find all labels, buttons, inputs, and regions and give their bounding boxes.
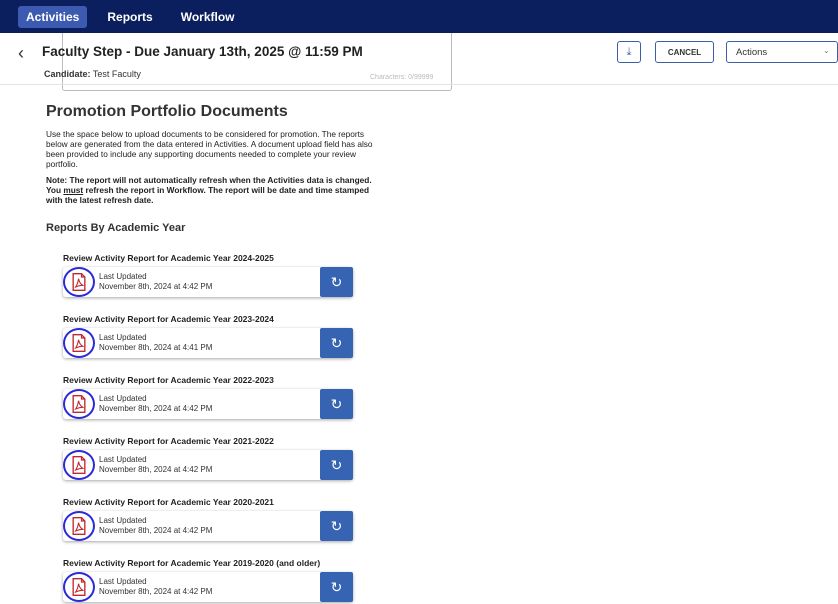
- refresh-icon: ↻: [330, 517, 343, 534]
- candidate-value: Test Faculty: [92, 69, 141, 79]
- refresh-button[interactable]: ↻: [320, 328, 353, 358]
- reports-heading: Reports By Academic Year: [46, 222, 186, 234]
- note-part-b: refresh the report in Workflow. The repo…: [46, 185, 370, 205]
- report-row: Review Activity Report for Academic Year…: [63, 314, 358, 358]
- refresh-icon: ↻: [330, 456, 343, 473]
- report-row: Review Activity Report for Academic Year…: [63, 436, 358, 480]
- note-text: Note: The report will not automatically …: [46, 175, 386, 205]
- report-card: Last Updated November 8th, 2024 at 4:42 …: [63, 389, 353, 419]
- refresh-icon: ↻: [330, 395, 343, 412]
- report-row: Review Activity Report for Academic Year…: [63, 253, 358, 297]
- candidate-label: Candidate:: [44, 69, 91, 79]
- pdf-icon[interactable]: [63, 511, 95, 541]
- refresh-button[interactable]: ↻: [320, 572, 353, 602]
- refresh-icon: ↻: [330, 273, 343, 290]
- section-title: Promotion Portfolio Documents: [46, 103, 288, 120]
- chevron-left-icon[interactable]: ‹: [18, 43, 24, 64]
- last-updated-date: November 8th, 2024 at 4:42 PM: [99, 587, 213, 596]
- page-title: Faculty Step - Due January 13th, 2025 @ …: [42, 44, 363, 59]
- report-title: Review Activity Report for Academic Year…: [63, 314, 274, 324]
- chevron-down-icon: ⌄: [823, 46, 830, 55]
- refresh-button[interactable]: ↻: [320, 267, 353, 297]
- download-button[interactable]: ⤓: [617, 41, 641, 63]
- refresh-button[interactable]: ↻: [320, 450, 353, 480]
- report-card: Last Updated November 8th, 2024 at 4:42 …: [63, 572, 353, 602]
- report-title: Review Activity Report for Academic Year…: [63, 558, 321, 568]
- last-updated-label: Last Updated: [99, 394, 147, 403]
- last-updated-date: November 8th, 2024 at 4:42 PM: [99, 282, 213, 291]
- candidate-line: Candidate: Test Faculty: [44, 69, 141, 79]
- nav-tab-reports[interactable]: Reports: [99, 6, 160, 28]
- refresh-button[interactable]: ↻: [320, 511, 353, 541]
- pdf-icon[interactable]: [63, 328, 95, 358]
- pdf-icon[interactable]: [63, 572, 95, 602]
- last-updated-label: Last Updated: [99, 516, 147, 525]
- pdf-icon[interactable]: [63, 267, 95, 297]
- report-title: Review Activity Report for Academic Year…: [63, 497, 274, 507]
- report-title: Review Activity Report for Academic Year…: [63, 436, 274, 446]
- report-card: Last Updated November 8th, 2024 at 4:42 …: [63, 511, 353, 541]
- refresh-button[interactable]: ↻: [320, 389, 353, 419]
- report-title: Review Activity Report for Academic Year…: [63, 253, 274, 263]
- actions-label: Actions: [736, 46, 768, 58]
- report-title: Review Activity Report for Academic Year…: [63, 375, 274, 385]
- actions-dropdown[interactable]: Actions ⌄: [726, 41, 838, 63]
- refresh-icon: ↻: [330, 578, 343, 595]
- top-nav: Activities Reports Workflow: [0, 0, 838, 33]
- last-updated-label: Last Updated: [99, 272, 147, 281]
- nav-tab-workflow[interactable]: Workflow: [173, 6, 243, 28]
- last-updated-label: Last Updated: [99, 455, 147, 464]
- report-row: Review Activity Report for Academic Year…: [63, 558, 358, 602]
- last-updated-date: November 8th, 2024 at 4:42 PM: [99, 465, 213, 474]
- download-icon: ⤓: [626, 45, 632, 58]
- note-must: must: [63, 185, 84, 195]
- report-card: Last Updated November 8th, 2024 at 4:42 …: [63, 450, 353, 480]
- last-updated-date: November 8th, 2024 at 4:42 PM: [99, 404, 213, 413]
- last-updated-date: November 8th, 2024 at 4:41 PM: [99, 343, 213, 352]
- last-updated-date: November 8th, 2024 at 4:42 PM: [99, 526, 213, 535]
- report-row: Review Activity Report for Academic Year…: [63, 375, 358, 419]
- intro-text: Use the space below to upload documents …: [46, 129, 373, 169]
- last-updated-label: Last Updated: [99, 577, 147, 586]
- cancel-button[interactable]: CANCEL: [655, 41, 714, 63]
- report-row: Review Activity Report for Academic Year…: [63, 497, 358, 541]
- report-card: Last Updated November 8th, 2024 at 4:41 …: [63, 328, 353, 358]
- refresh-icon: ↻: [330, 334, 343, 351]
- report-card: Last Updated November 8th, 2024 at 4:42 …: [63, 267, 353, 297]
- nav-tab-activities[interactable]: Activities: [18, 5, 88, 28]
- last-updated-label: Last Updated: [99, 333, 147, 342]
- pdf-icon[interactable]: [63, 389, 95, 419]
- pdf-icon[interactable]: [63, 450, 95, 480]
- portfolio-section: Promotion Portfolio Documents Use the sp…: [46, 103, 406, 205]
